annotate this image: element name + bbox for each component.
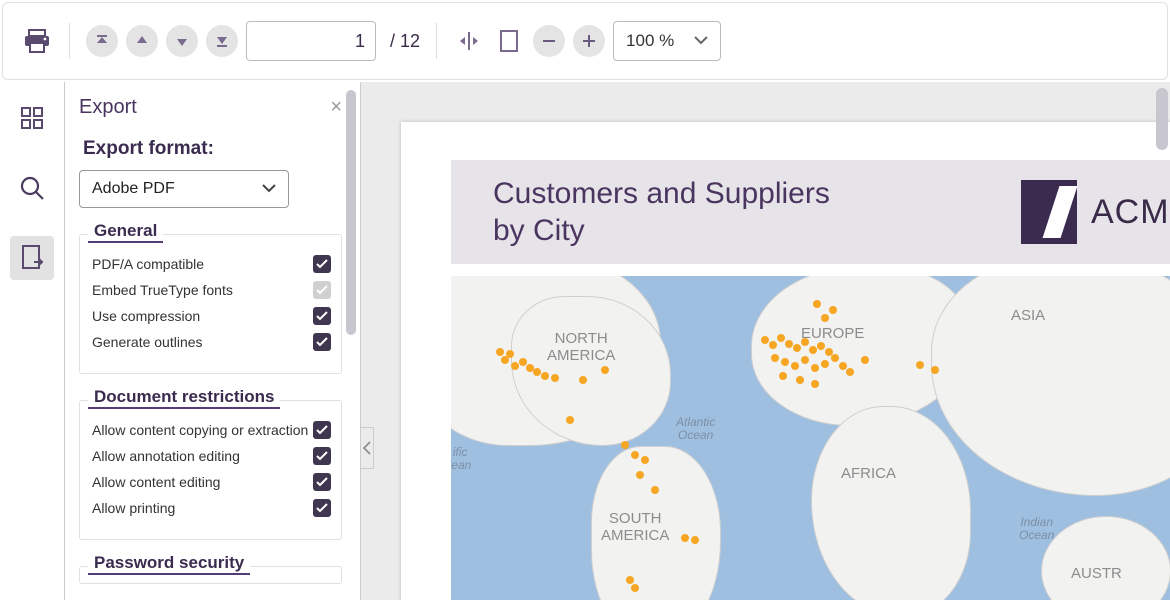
zoom-value: 100 % bbox=[626, 31, 674, 51]
map-label-af: AFRICA bbox=[841, 466, 896, 483]
opt-outlines-checkbox[interactable] bbox=[313, 333, 331, 351]
zoom-in-button[interactable] bbox=[573, 25, 605, 57]
print-button[interactable] bbox=[21, 25, 53, 57]
fit-width-button[interactable] bbox=[453, 25, 485, 57]
opt-embed-label: Embed TrueType fonts bbox=[92, 282, 233, 298]
map-label-eu: EUROPE bbox=[801, 326, 864, 343]
left-rail bbox=[0, 82, 64, 600]
export-format-select[interactable]: Adobe PDF bbox=[79, 170, 289, 208]
opt-annot-label: Allow annotation editing bbox=[92, 448, 240, 464]
thumbnails-tab[interactable] bbox=[10, 96, 54, 140]
export-panel-scrollbar[interactable] bbox=[346, 90, 356, 580]
search-tab[interactable] bbox=[10, 166, 54, 210]
page-total-label: / 12 bbox=[390, 31, 420, 52]
opt-outlines-label: Generate outlines bbox=[92, 334, 203, 350]
opt-print-checkbox[interactable] bbox=[313, 499, 331, 517]
group-general-title: General bbox=[88, 221, 163, 243]
chevron-down-icon bbox=[694, 36, 708, 46]
next-page-button[interactable] bbox=[166, 25, 198, 57]
collapse-panel-handle[interactable] bbox=[360, 427, 374, 469]
separator bbox=[436, 23, 437, 59]
map-label-atlantic: Atlantic Ocean bbox=[676, 416, 715, 442]
opt-edit-label: Allow content editing bbox=[92, 474, 220, 490]
group-general: General PDF/A compatible Embed TrueType … bbox=[79, 234, 342, 374]
export-format-label: Export format: bbox=[83, 138, 342, 160]
first-page-button[interactable] bbox=[86, 25, 118, 57]
map-label-pacific-cut: ific 'ean bbox=[451, 446, 471, 472]
export-tab[interactable] bbox=[10, 236, 54, 280]
opt-compress-label: Use compression bbox=[92, 308, 200, 324]
opt-annot-checkbox[interactable] bbox=[313, 447, 331, 465]
separator bbox=[69, 23, 70, 59]
chevron-down-icon bbox=[262, 184, 276, 194]
last-page-button[interactable] bbox=[206, 25, 238, 57]
page-number-input[interactable] bbox=[246, 21, 376, 61]
map-label-as: ASIA bbox=[1011, 308, 1045, 325]
logo-icon bbox=[1021, 180, 1077, 244]
zoom-select[interactable]: 100 % bbox=[613, 21, 721, 61]
brand-logo: ACMI bbox=[1021, 180, 1170, 244]
export-panel: Export × Export format: Adobe PDF Genera… bbox=[64, 82, 360, 600]
map-label-austr: AUSTR bbox=[1071, 566, 1122, 583]
export-format-value: Adobe PDF bbox=[92, 180, 175, 198]
opt-print-label: Allow printing bbox=[92, 500, 175, 516]
opt-compress-checkbox[interactable] bbox=[313, 307, 331, 325]
opt-pdfa-label: PDF/A compatible bbox=[92, 256, 204, 272]
preview-area: Customers and Suppliersby City ACMI NORT… bbox=[360, 82, 1170, 600]
group-password-title: Password security bbox=[88, 553, 250, 575]
zoom-out-button[interactable] bbox=[533, 25, 565, 57]
group-password: Password security bbox=[79, 566, 342, 584]
opt-edit-checkbox[interactable] bbox=[313, 473, 331, 491]
opt-embed-checkbox[interactable] bbox=[313, 281, 331, 299]
opt-pdfa-checkbox[interactable] bbox=[313, 255, 331, 273]
fit-page-button[interactable] bbox=[493, 25, 525, 57]
map-label-sa: SOUTH AMERICA bbox=[601, 511, 669, 544]
toolbar: / 12 100 % bbox=[2, 2, 1168, 80]
group-restrictions: Document restrictions Allow content copy… bbox=[79, 400, 342, 540]
opt-copy-checkbox[interactable] bbox=[313, 421, 331, 439]
close-panel-button[interactable]: × bbox=[330, 96, 342, 119]
map-label-indian: Indian Ocean bbox=[1019, 516, 1054, 542]
group-restrictions-title: Document restrictions bbox=[88, 387, 280, 409]
report-header: Customers and Suppliersby City ACMI bbox=[451, 160, 1170, 264]
map-label-na: NORTH AMERICA bbox=[547, 331, 615, 364]
prev-page-button[interactable] bbox=[126, 25, 158, 57]
world-map: NORTH AMERICA SOUTH AMERICA EUROPE AFRIC… bbox=[451, 276, 1170, 600]
opt-copy-label: Allow content copying or extraction bbox=[92, 422, 308, 438]
preview-scrollbar[interactable] bbox=[1156, 88, 1168, 588]
report-title: Customers and Suppliersby City bbox=[493, 175, 830, 250]
export-panel-title: Export bbox=[79, 96, 137, 119]
report-page: Customers and Suppliersby City ACMI NORT… bbox=[401, 122, 1170, 600]
